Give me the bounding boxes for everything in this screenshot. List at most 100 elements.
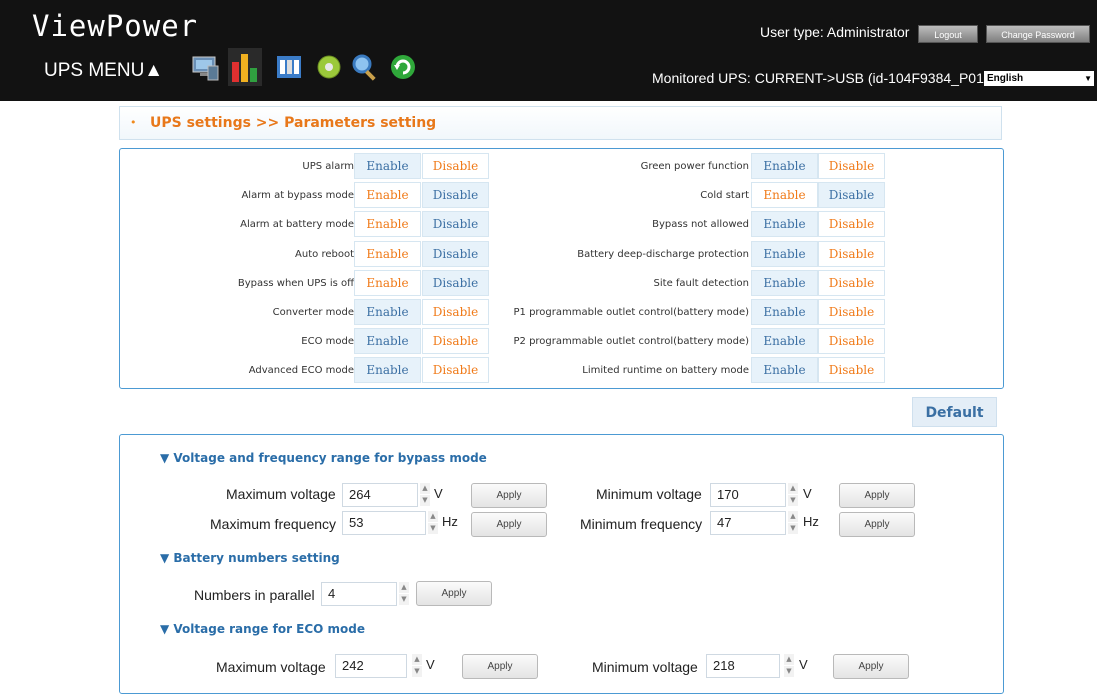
bypass-min-voltage-stepper[interactable]: ▲ ▼	[788, 483, 798, 507]
battery-deep-discharge-protection-enable-button[interactable]: Enable	[751, 241, 818, 267]
ranges-panel: ▼ Voltage and frequency range for bypass…	[119, 434, 1004, 694]
p1-programmable-outlet-control-battery-mode-enable-button[interactable]: Enable	[751, 299, 818, 325]
bypass-when-ups-is-off-disable-button[interactable]: Disable	[422, 270, 489, 296]
parallel-numbers-label: Numbers in parallel	[194, 587, 315, 603]
spin-down-icon[interactable]: ▼	[428, 523, 438, 534]
eco-min-voltage-input[interactable]: 218	[706, 654, 780, 678]
bypass-max-frequency-input[interactable]: 53	[342, 511, 426, 535]
limited-runtime-on-battery-mode-enable-button[interactable]: Enable	[751, 357, 818, 383]
chart-icon[interactable]	[228, 48, 262, 86]
battery-deep-discharge-protection-disable-button[interactable]: Disable	[818, 241, 885, 267]
spin-down-icon[interactable]: ▼	[788, 495, 798, 506]
spin-down-icon[interactable]: ▼	[399, 594, 409, 605]
ups-alarm-disable-button[interactable]: Disable	[422, 153, 489, 179]
param-label-auto-reboot: Auto reboot	[295, 249, 354, 260]
eco-mode-disable-button[interactable]: Disable	[422, 328, 489, 354]
site-fault-detection-disable-button[interactable]: Disable	[818, 270, 885, 296]
bypass-min-voltage-apply-button[interactable]: Apply	[839, 483, 915, 508]
param-label-p2-programmable-outlet-control-battery-mode: P2 programmable outlet control(battery m…	[513, 336, 750, 347]
advanced-eco-mode-enable-button[interactable]: Enable	[354, 357, 421, 383]
language-select[interactable]: English ▼	[984, 71, 1094, 86]
eco-max-voltage-apply-button[interactable]: Apply	[462, 654, 538, 679]
parallel-numbers-input[interactable]: 4	[321, 582, 397, 606]
alarm-at-bypass-mode-enable-button[interactable]: Enable	[354, 182, 421, 208]
bypass-min-frequency-apply-button[interactable]: Apply	[839, 512, 915, 537]
spin-up-icon[interactable]: ▲	[784, 654, 794, 665]
bypass-section-title: ▼ Voltage and frequency range for bypass…	[160, 451, 487, 465]
default-button[interactable]: Default	[912, 397, 997, 427]
bypass-min-frequency-stepper[interactable]: ▲ ▼	[788, 511, 798, 535]
green-power-function-disable-button[interactable]: Disable	[818, 153, 885, 179]
eco-min-voltage-label: Minimum voltage	[592, 659, 698, 675]
cold-start-enable-button[interactable]: Enable	[751, 182, 818, 208]
site-fault-detection-enable-button[interactable]: Enable	[751, 270, 818, 296]
eco-max-voltage-stepper[interactable]: ▲ ▼	[412, 654, 422, 678]
limited-runtime-on-battery-mode-disable-button[interactable]: Disable	[818, 357, 885, 383]
eco-min-voltage-apply-button[interactable]: Apply	[833, 654, 909, 679]
language-value: English	[987, 73, 1024, 84]
p1-programmable-outlet-control-battery-mode-disable-button[interactable]: Disable	[818, 299, 885, 325]
cold-start-disable-button[interactable]: Disable	[818, 182, 885, 208]
alarm-at-battery-mode-disable-button[interactable]: Disable	[422, 211, 489, 237]
param-label-alarm-at-bypass-mode: Alarm at bypass mode	[241, 190, 354, 201]
unit-label: V	[426, 657, 435, 672]
settings-tools-icon[interactable]	[274, 52, 304, 82]
bypass-not-allowed-disable-button[interactable]: Disable	[818, 211, 885, 237]
user-type-label: User type: Administrator	[760, 24, 910, 40]
p2-programmable-outlet-control-battery-mode-disable-button[interactable]: Disable	[818, 328, 885, 354]
eco-max-voltage-label: Maximum voltage	[216, 659, 326, 675]
parallel-numbers-apply-button[interactable]: Apply	[416, 581, 492, 606]
advanced-eco-mode-disable-button[interactable]: Disable	[422, 357, 489, 383]
bypass-max-frequency-apply-button[interactable]: Apply	[471, 512, 547, 537]
spin-down-icon[interactable]: ▼	[788, 523, 798, 534]
converter-mode-enable-button[interactable]: Enable	[354, 299, 421, 325]
bypass-max-voltage-stepper[interactable]: ▲ ▼	[420, 483, 430, 507]
spin-up-icon[interactable]: ▲	[428, 511, 438, 522]
alarm-at-battery-mode-enable-button[interactable]: Enable	[354, 211, 421, 237]
disc-icon[interactable]	[314, 52, 344, 82]
monitor-icon[interactable]	[190, 52, 220, 82]
p2-programmable-outlet-control-battery-mode-enable-button[interactable]: Enable	[751, 328, 818, 354]
bypass-max-voltage-apply-button[interactable]: Apply	[471, 483, 547, 508]
bypass-min-frequency-input[interactable]: 47	[710, 511, 786, 535]
monitored-ups-label: Monitored UPS: CURRENT->USB (id-104F9384…	[652, 70, 989, 86]
spin-down-icon[interactable]: ▼	[420, 495, 430, 506]
logout-button[interactable]: Logout	[918, 25, 978, 43]
converter-mode-disable-button[interactable]: Disable	[422, 299, 489, 325]
bypass-max-voltage-input[interactable]: 264	[342, 483, 418, 507]
chevron-down-icon: ▼	[1084, 74, 1092, 83]
search-icon[interactable]	[350, 52, 380, 82]
bypass-when-ups-is-off-enable-button[interactable]: Enable	[354, 270, 421, 296]
param-label-ups-alarm: UPS alarm	[302, 161, 354, 172]
parallel-numbers-stepper[interactable]: ▲ ▼	[399, 582, 409, 606]
spin-up-icon[interactable]: ▲	[420, 483, 430, 494]
eco-max-voltage-input[interactable]: 242	[335, 654, 407, 678]
alarm-at-bypass-mode-disable-button[interactable]: Disable	[422, 182, 489, 208]
bypass-max-frequency-stepper[interactable]: ▲ ▼	[428, 511, 438, 535]
spin-up-icon[interactable]: ▲	[788, 511, 798, 522]
auto-reboot-disable-button[interactable]: Disable	[422, 241, 489, 267]
eco-min-voltage-stepper[interactable]: ▲ ▼	[784, 654, 794, 678]
param-label-p1-programmable-outlet-control-battery-mode: P1 programmable outlet control(battery m…	[513, 307, 750, 318]
spin-up-icon[interactable]: ▲	[788, 483, 798, 494]
param-label-limited-runtime-on-battery-mode: Limited runtime on battery mode	[582, 365, 749, 376]
change-password-button[interactable]: Change Password	[986, 25, 1090, 43]
eco-mode-enable-button[interactable]: Enable	[354, 328, 421, 354]
green-power-function-enable-button[interactable]: Enable	[751, 153, 818, 179]
battery-section-title: ▼ Battery numbers setting	[160, 551, 340, 565]
unit-label: V	[799, 657, 808, 672]
auto-reboot-enable-button[interactable]: Enable	[354, 241, 421, 267]
parameters-panel: UPS alarm Enable Disable Alarm at bypass mo…	[119, 148, 1004, 389]
spin-down-icon[interactable]: ▼	[784, 666, 794, 677]
bypass-not-allowed-enable-button[interactable]: Enable	[751, 211, 818, 237]
refresh-icon[interactable]	[388, 52, 418, 82]
unit-label: Hz	[442, 514, 458, 529]
bypass-min-voltage-label: Minimum voltage	[596, 486, 702, 502]
spin-up-icon[interactable]: ▲	[412, 654, 422, 665]
bypass-min-voltage-input[interactable]: 170	[710, 483, 786, 507]
ups-alarm-enable-button[interactable]: Enable	[354, 153, 421, 179]
ups-menu-toggle[interactable]: UPS MENU▲	[44, 60, 163, 82]
unit-label: V	[803, 486, 812, 501]
spin-down-icon[interactable]: ▼	[412, 666, 422, 677]
spin-up-icon[interactable]: ▲	[399, 582, 409, 593]
